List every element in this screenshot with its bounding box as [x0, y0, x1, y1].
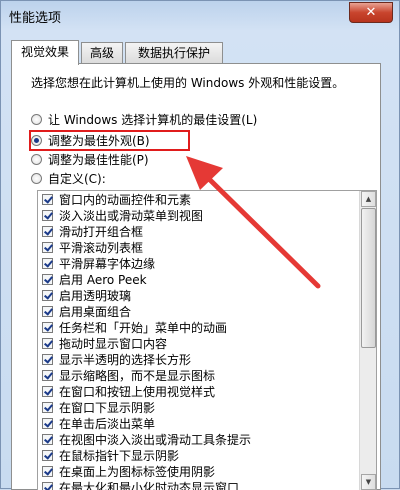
- checkbox[interactable]: [42, 370, 53, 381]
- chevron-down-icon: ▼: [366, 478, 371, 486]
- list-item[interactable]: 在窗口下显示阴影: [38, 399, 376, 415]
- tab-label: 高级: [90, 46, 114, 60]
- tab-label: 视觉效果: [21, 45, 69, 59]
- checkbox[interactable]: [42, 210, 53, 221]
- radio-best-performance[interactable]: 调整为最佳性能(P): [31, 151, 149, 167]
- checkbox[interactable]: [42, 434, 53, 445]
- list-item[interactable]: 在单击后淡出菜单: [38, 415, 376, 431]
- list-item-label: 在视图中淡入淡出或滑动工具条提示: [59, 431, 251, 448]
- performance-options-window: 性能选项 ✕ 视觉效果 高级 数据执行保护 选择您想在此计算机上使用的 Wind…: [0, 0, 400, 489]
- list-item-label: 在窗口和按钮上使用视觉样式: [59, 383, 215, 400]
- checkbox[interactable]: [42, 450, 53, 461]
- radio-let-windows-choose[interactable]: 让 Windows 选择计算机的最佳设置(L): [31, 111, 257, 127]
- tab-visual-effects[interactable]: 视觉效果: [11, 40, 79, 65]
- checkbox[interactable]: [42, 418, 53, 429]
- list-item-label: 启用 Aero Peek: [59, 271, 147, 288]
- radio-label: 调整为最佳性能(P): [48, 151, 149, 168]
- list-item[interactable]: 窗口内的动画控件和元素: [38, 191, 376, 207]
- close-button[interactable]: ✕: [349, 2, 393, 23]
- checkbox[interactable]: [42, 290, 53, 301]
- checkbox[interactable]: [42, 258, 53, 269]
- list-item[interactable]: 滑动打开组合框: [38, 223, 376, 239]
- list-item-label: 拖动时显示窗口内容: [59, 335, 167, 352]
- title-bar[interactable]: 性能选项 ✕: [1, 1, 399, 31]
- list-item[interactable]: 显示半透明的选择长方形: [38, 351, 376, 367]
- checkbox[interactable]: [42, 194, 53, 205]
- radio-label: 自定义(C):: [48, 170, 106, 187]
- checkbox[interactable]: [42, 466, 53, 477]
- window-title: 性能选项: [9, 7, 61, 26]
- list-item-label: 在最大化和最小化时动态显示窗口: [59, 479, 239, 490]
- checkbox[interactable]: [42, 322, 53, 333]
- list-item-label: 显示半透明的选择长方形: [59, 351, 191, 368]
- list-item[interactable]: 启用桌面组合: [38, 303, 376, 319]
- effects-items: 窗口内的动画控件和元素 淡入淡出或滑动菜单到视图 滑动打开组合框 平滑滚动列表框…: [38, 191, 376, 490]
- list-item-label: 平滑屏幕字体边缘: [59, 255, 155, 272]
- checkbox[interactable]: [42, 274, 53, 285]
- list-item-label: 在窗口下显示阴影: [59, 399, 155, 416]
- list-item[interactable]: 显示缩略图，而不是显示图标: [38, 367, 376, 383]
- list-item[interactable]: 启用透明玻璃: [38, 287, 376, 303]
- checkbox[interactable]: [42, 354, 53, 365]
- vertical-scrollbar[interactable]: ▲ ▼: [359, 191, 376, 490]
- scroll-thumb[interactable]: [361, 208, 376, 348]
- panel-description: 选择您想在此计算机上使用的 Windows 外观和性能设置。: [31, 74, 344, 91]
- effects-list[interactable]: 窗口内的动画控件和元素 淡入淡出或滑动菜单到视图 滑动打开组合框 平滑滚动列表框…: [37, 190, 377, 490]
- radio-button[interactable]: [31, 173, 42, 184]
- scroll-down-button[interactable]: ▼: [361, 474, 376, 490]
- list-item-label: 平滑滚动列表框: [59, 239, 143, 256]
- list-item[interactable]: 拖动时显示窗口内容: [38, 335, 376, 351]
- scroll-up-button[interactable]: ▲: [361, 191, 376, 207]
- checkbox[interactable]: [42, 226, 53, 237]
- list-item-label: 显示缩略图，而不是显示图标: [59, 367, 215, 384]
- list-item[interactable]: 在鼠标指针下显示阴影: [38, 447, 376, 463]
- list-item-label: 滑动打开组合框: [59, 223, 143, 240]
- list-item-label: 窗口内的动画控件和元素: [59, 191, 191, 208]
- list-item-label: 在单击后淡出菜单: [59, 415, 155, 432]
- annotation-highlight-box: [29, 130, 190, 151]
- checkbox[interactable]: [42, 386, 53, 397]
- list-item[interactable]: 任务栏和「开始」菜单中的动画: [38, 319, 376, 335]
- tab-data-execution-prevention[interactable]: 数据执行保护: [125, 42, 223, 63]
- list-item[interactable]: 在视图中淡入淡出或滑动工具条提示: [38, 431, 376, 447]
- list-item[interactable]: 在窗口和按钮上使用视觉样式: [38, 383, 376, 399]
- checkbox[interactable]: [42, 402, 53, 413]
- visual-effects-panel: 选择您想在此计算机上使用的 Windows 外观和性能设置。 让 Windows…: [11, 63, 381, 490]
- list-item-label: 任务栏和「开始」菜单中的动画: [59, 319, 227, 336]
- tab-label: 数据执行保护: [138, 46, 210, 60]
- close-icon: ✕: [366, 5, 377, 20]
- checkbox[interactable]: [42, 242, 53, 253]
- list-item[interactable]: 在最大化和最小化时动态显示窗口: [38, 479, 376, 490]
- checkbox[interactable]: [42, 338, 53, 349]
- list-item[interactable]: 在桌面上为图标标签使用阴影: [38, 463, 376, 479]
- list-item-label: 启用透明玻璃: [59, 287, 131, 304]
- list-item[interactable]: 淡入淡出或滑动菜单到视图: [38, 207, 376, 223]
- list-item[interactable]: 平滑滚动列表框: [38, 239, 376, 255]
- radio-custom[interactable]: 自定义(C):: [31, 170, 106, 186]
- radio-label: 让 Windows 选择计算机的最佳设置(L): [48, 111, 257, 128]
- tab-advanced[interactable]: 高级: [81, 42, 123, 63]
- list-item[interactable]: 平滑屏幕字体边缘: [38, 255, 376, 271]
- radio-button[interactable]: [31, 154, 42, 165]
- checkbox[interactable]: [42, 306, 53, 317]
- list-item[interactable]: 启用 Aero Peek: [38, 271, 376, 287]
- radio-button[interactable]: [31, 114, 42, 125]
- list-item-label: 在鼠标指针下显示阴影: [59, 447, 179, 464]
- chevron-up-icon: ▲: [366, 195, 371, 203]
- list-item-label: 在桌面上为图标标签使用阴影: [59, 463, 215, 480]
- list-item-label: 启用桌面组合: [59, 303, 131, 320]
- list-item-label: 淡入淡出或滑动菜单到视图: [59, 207, 203, 224]
